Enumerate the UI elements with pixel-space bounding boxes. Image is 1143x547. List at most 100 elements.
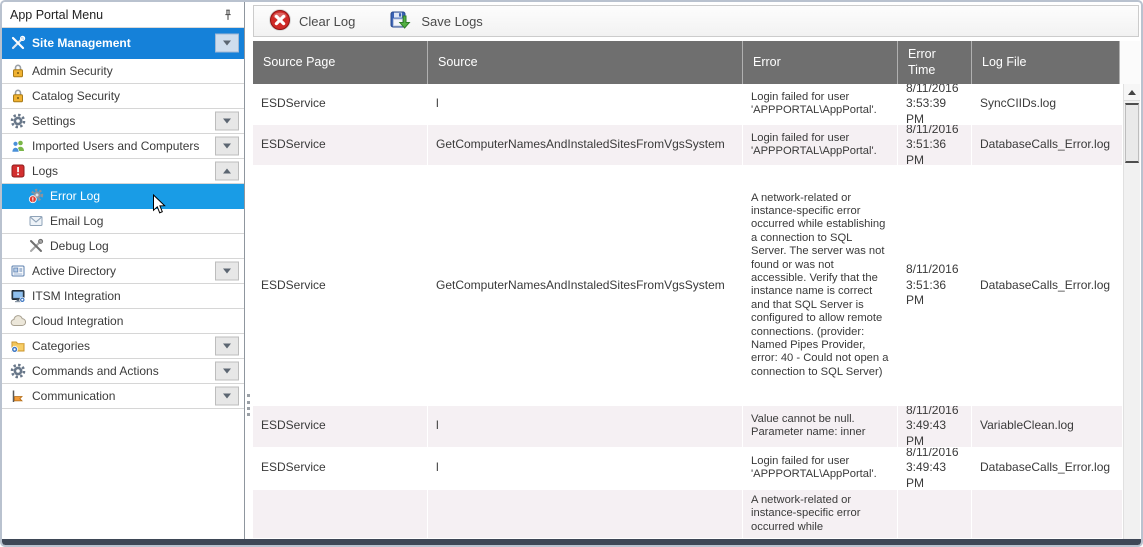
chevron-down-button[interactable] (215, 112, 239, 131)
sidebar-item-settings[interactable]: Settings (2, 109, 244, 134)
table-row[interactable]: ESDService l Login failed for user 'APPP… (253, 84, 1123, 125)
flag-icon (10, 388, 26, 404)
chevron-down-button[interactable] (215, 362, 239, 381)
sidebar-item-label: Logs (32, 164, 58, 178)
cell-error: Login failed for user 'APPPORTAL\AppPort… (743, 125, 898, 165)
sidebar-item-admin-security[interactable]: Admin Security (2, 59, 244, 84)
cell-source (428, 490, 743, 538)
window-bottom-edge (2, 539, 1141, 545)
splitter-grip-icon (247, 394, 250, 416)
table-body: ESDService l Login failed for user 'APPP… (253, 84, 1140, 539)
sidebar-item-communication[interactable]: Communication (2, 384, 244, 409)
table-row[interactable]: ESDService GetComputerNamesAndInstaledSi… (253, 125, 1123, 166)
debug-tools-icon (28, 238, 44, 254)
scroll-up-arrow-icon (1128, 90, 1136, 95)
sidebar-title: App Portal Menu (10, 8, 220, 22)
scroll-up-button[interactable] (1124, 84, 1140, 101)
header-scrollbar-spacer (1120, 41, 1140, 84)
vertical-scrollbar[interactable] (1123, 84, 1140, 539)
cell-error-time: 8/11/20163:49:43 PM (898, 448, 972, 489)
main-content: Clear Log Save Logs Source Page Source E… (253, 2, 1141, 539)
sidebar-item-cloud-integration[interactable]: Cloud Integration (2, 309, 244, 334)
clear-log-label: Clear Log (299, 14, 355, 29)
sidebar-item-label: Error Log (50, 189, 100, 203)
cell-log-file: SyncCIIDs.log (972, 84, 1123, 124)
sidebar-item-label: Catalog Security (32, 89, 120, 103)
column-header-source-page[interactable]: Source Page (253, 41, 428, 84)
sidebar-item-categories[interactable]: Categories (2, 334, 244, 359)
sidebar-item-label: Email Log (50, 214, 103, 228)
cell-source: l (428, 448, 743, 489)
pane-splitter[interactable] (245, 2, 253, 539)
sidebar-item-email-log[interactable]: Email Log (2, 209, 244, 234)
gear-error-icon (28, 188, 44, 204)
gear-icon (10, 363, 26, 379)
lock-icon (10, 88, 26, 104)
cell-source-page: ESDService (253, 166, 428, 405)
table-row[interactable]: A network-related or instance-specific e… (253, 490, 1123, 539)
column-header-error-time[interactable]: Error Time (898, 41, 972, 84)
sidebar-item-logs[interactable]: Logs (2, 159, 244, 184)
sidebar-item-error-log[interactable]: Error Log (2, 184, 244, 209)
cell-source: GetComputerNamesAndInstaledSitesFromVgsS… (428, 125, 743, 165)
chevron-down-button[interactable] (215, 337, 239, 356)
chevron-down-button[interactable] (215, 387, 239, 406)
scrollbar-thumb[interactable] (1125, 103, 1139, 163)
chevron-down-button[interactable] (215, 34, 239, 53)
sidebar-item-label: Cloud Integration (32, 314, 123, 328)
cell-source-page: ESDService (253, 406, 428, 447)
sidebar-item-catalog-security[interactable]: Catalog Security (2, 84, 244, 109)
sidebar-item-commands-and-actions[interactable]: Commands and Actions (2, 359, 244, 384)
sidebar-item-site-management[interactable]: Site Management (2, 28, 244, 59)
cell-source-page: ESDService (253, 125, 428, 165)
sidebar-item-label: Debug Log (50, 239, 109, 253)
error-log-table: Source Page Source Error Error Time Log … (253, 41, 1140, 539)
sidebar-item-debug-log[interactable]: Debug Log (2, 234, 244, 259)
sidebar-item-imported-users-and-computers[interactable]: Imported Users and Computers (2, 134, 244, 159)
chevron-down-button[interactable] (215, 262, 239, 281)
cell-source-page: ESDService (253, 448, 428, 489)
save-logs-button[interactable]: Save Logs (385, 6, 486, 37)
table-rows: ESDService l Login failed for user 'APPP… (253, 84, 1123, 539)
cell-source: GetComputerNamesAndInstaledSitesFromVgsS… (428, 166, 743, 405)
cell-error: A network-related or instance-specific e… (743, 166, 898, 405)
cell-error-time: 8/11/20163:51:36 PM (898, 125, 972, 165)
email-icon (28, 213, 44, 229)
sidebar-item-label: Site Management (32, 36, 131, 50)
directory-card-icon (10, 263, 26, 279)
table-row[interactable]: ESDService l Login failed for user 'APPP… (253, 448, 1123, 490)
table-header: Source Page Source Error Error Time Log … (253, 41, 1140, 84)
cell-source-page: ESDService (253, 84, 428, 124)
sidebar-item-label: Settings (32, 114, 75, 128)
column-header-log-file[interactable]: Log File (972, 41, 1120, 84)
chevron-down-button[interactable] (215, 137, 239, 156)
cell-log-file: DatabaseCalls_Error.log (972, 166, 1123, 405)
sidebar-item-label: Imported Users and Computers (32, 139, 199, 153)
cell-log-file: DatabaseCalls_Error.log (972, 448, 1123, 489)
sidebar-item-label: Commands and Actions (32, 364, 159, 378)
lock-icon (10, 63, 26, 79)
clear-log-button[interactable]: Clear Log (264, 6, 359, 37)
cell-error: Value cannot be null. Parameter name: in… (743, 406, 898, 447)
error-log-group-icon (10, 163, 26, 179)
column-header-source[interactable]: Source (428, 41, 743, 84)
chevron-up-button[interactable] (215, 162, 239, 181)
clear-log-icon (268, 8, 292, 35)
cell-error-time: 8/11/20163:51:36 PM (898, 166, 972, 405)
save-logs-label: Save Logs (421, 14, 482, 29)
cell-error: Login failed for user 'APPPORTAL\AppPort… (743, 448, 898, 489)
sidebar-item-active-directory[interactable]: Active Directory (2, 259, 244, 284)
sidebar-item-itsm-integration[interactable]: ITSM Integration (2, 284, 244, 309)
table-row[interactable]: ESDService l Value cannot be null. Param… (253, 406, 1123, 448)
column-header-error[interactable]: Error (743, 41, 898, 84)
sidebar-item-label: Admin Security (32, 64, 113, 78)
cell-error: Login failed for user 'APPPORTAL\AppPort… (743, 84, 898, 124)
pin-icon[interactable] (220, 7, 236, 23)
cell-error-time (898, 490, 972, 538)
sidebar-item-label: Active Directory (32, 264, 116, 278)
folder-icon (10, 338, 26, 354)
cell-log-file: DatabaseCalls_Error.log (972, 125, 1123, 165)
sidebar-item-label: Communication (32, 389, 115, 403)
table-row[interactable]: ESDService GetComputerNamesAndInstaledSi… (253, 166, 1123, 406)
sidebar: App Portal Menu Site Management Admin Se… (2, 2, 245, 539)
